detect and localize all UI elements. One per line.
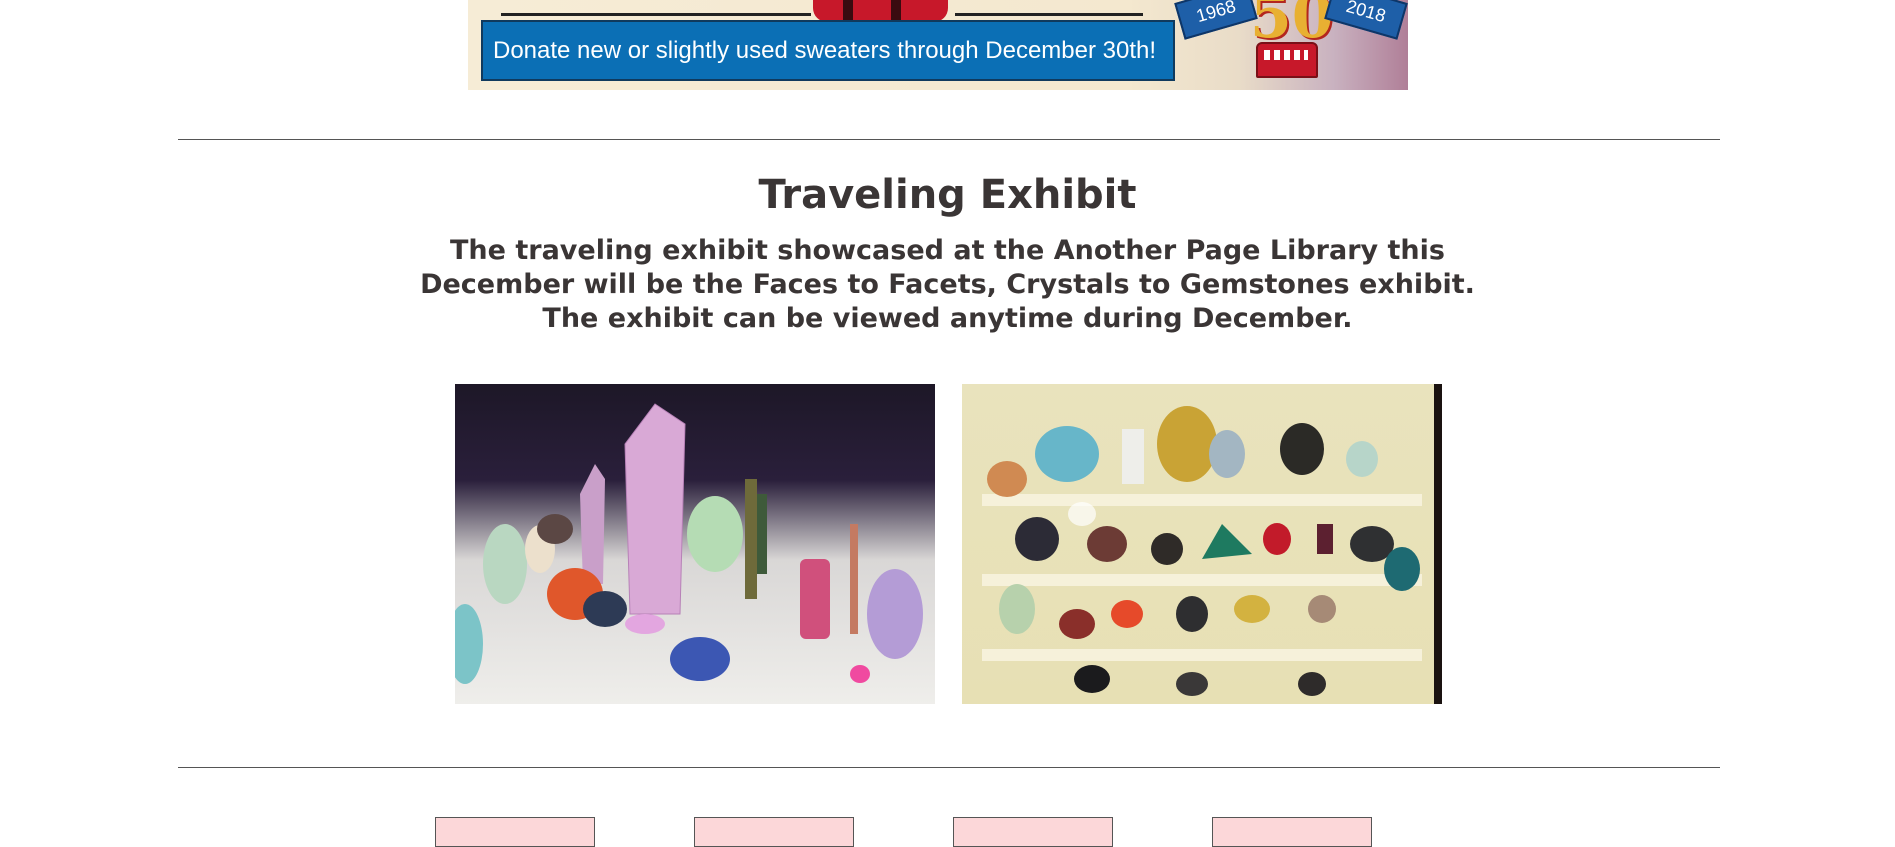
section-divider-bottom [178, 767, 1720, 768]
crystal-display-photo [455, 384, 935, 704]
nav-button-1[interactable] [435, 817, 595, 847]
donate-message: Donate new or slightly used sweaters thr… [481, 20, 1175, 81]
section-divider-top [178, 139, 1720, 140]
banner-divider-left [501, 13, 811, 16]
nav-button-2[interactable] [694, 817, 854, 847]
nav-button-4[interactable] [1212, 817, 1372, 847]
anniversary-start-badge: 1968 [1174, 0, 1258, 40]
anniversary-logo: 1968 50 2018 [1174, 0, 1408, 90]
nav-button-3[interactable] [953, 817, 1113, 847]
anniversary-end-badge: 2018 [1324, 0, 1408, 40]
page-title: Traveling Exhibit [758, 172, 1137, 218]
minerals-image [982, 406, 1422, 696]
donate-text: Donate new or slightly used sweaters thr… [493, 36, 1157, 64]
anniversary-end-year: 2018 [1344, 0, 1389, 26]
trolley-icon [1256, 42, 1318, 78]
mineral-shelves-photo [962, 384, 1442, 704]
banner-red-artwork [813, 0, 948, 22]
banner-divider-right [955, 13, 1143, 16]
sweater-drive-banner[interactable]: Donate new or slightly used sweaters thr… [468, 0, 1408, 90]
exhibit-description: The traveling exhibit showcased at the A… [420, 235, 1475, 334]
anniversary-start-year: 1968 [1193, 0, 1238, 26]
crystals-image [455, 403, 923, 684]
